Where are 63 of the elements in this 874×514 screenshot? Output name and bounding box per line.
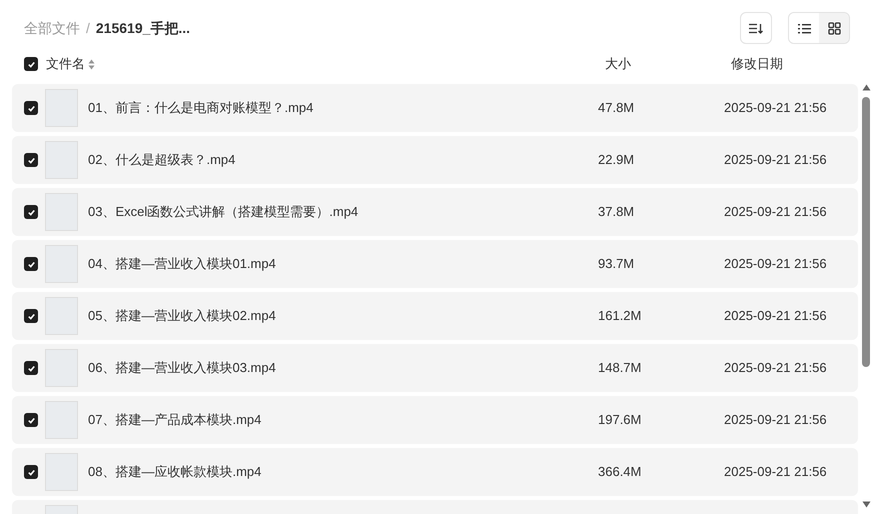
file-size: 161.2M bbox=[598, 307, 642, 326]
file-size: 93.7M bbox=[598, 255, 636, 274]
file-name: 05、搭建—营业收入模块02.mp4 bbox=[88, 307, 277, 326]
modified-date: 2025-09-21 21:56 bbox=[724, 151, 827, 170]
check-icon bbox=[26, 60, 36, 68]
column-header: 大小 bbox=[605, 55, 632, 74]
file-name: 08、搭建—应收帐款模块.mp4 bbox=[88, 463, 262, 482]
file-row[interactable]: 04、搭建—营业收入模块01.mp4 93.7M 2025-09-21 21:56 bbox=[12, 240, 858, 288]
column-header: 修改日期 bbox=[731, 55, 783, 74]
check-icon bbox=[26, 104, 36, 112]
file-name: 03、Excel函数公式讲解（搭建模型需要）.mp4 bbox=[88, 203, 360, 222]
file-name: 01、前言：什么是电商对账模型？.mp4 bbox=[88, 99, 314, 118]
file-row[interactable]: 03、Excel函数公式讲解（搭建模型需要）.mp4 37.8M 2025-09-21 21:56 bbox=[12, 188, 858, 236]
file-row[interactable]: 08、搭建—应收帐款模块.mp4 366.4M 2025-09-21 21:56 bbox=[12, 448, 858, 496]
list-icon bbox=[798, 22, 810, 34]
checkbox[interactable] bbox=[24, 361, 38, 375]
checkbox[interactable] bbox=[24, 309, 38, 323]
modified-date: 2025-09-21 21:56 bbox=[724, 359, 827, 378]
grid-icon bbox=[828, 22, 840, 34]
file-row[interactable]: 05、搭建—营业收入模块02.mp4 161.2M 2025-09-21 21:56 bbox=[12, 292, 858, 340]
breadcrumb-item[interactable]: 215619_手把... bbox=[96, 18, 190, 38]
column-header[interactable]: 文件名 bbox=[46, 54, 85, 74]
file-row[interactable]: 01、前言：什么是电商对账模型？.mp4 47.8M 2025-09-21 21:56 bbox=[12, 84, 858, 132]
checkbox[interactable] bbox=[24, 153, 38, 167]
file-name: 06、搭建—营业收入模块03.mp4 bbox=[88, 359, 277, 378]
modified-date: 2025-09-21 21:56 bbox=[724, 463, 827, 482]
file-name: 07、搭建—产品成本模块.mp4 bbox=[88, 411, 262, 430]
check-icon bbox=[26, 260, 36, 268]
modified-date: 2025-09-21 21:56 bbox=[724, 99, 827, 118]
checkbox[interactable] bbox=[24, 413, 38, 427]
checkbox[interactable] bbox=[24, 205, 38, 219]
file-size: 47.8M bbox=[598, 99, 636, 118]
breadcrumb-separator: / bbox=[86, 18, 90, 38]
checkbox[interactable] bbox=[24, 257, 38, 271]
sort-arrows-icon[interactable] bbox=[88, 58, 95, 70]
sort-icon bbox=[749, 22, 763, 34]
check-icon bbox=[26, 156, 36, 164]
file-row[interactable]: 06、搭建—营业收入模块03.mp4 148.7M 2025-09-21 21:56 bbox=[12, 344, 858, 392]
file-row[interactable]: 07、搭建—产品成本模块.mp4 197.6M 2025-09-21 21:56 bbox=[12, 396, 858, 444]
file-row[interactable]: 02、什么是超级表？.mp4 22.9M 2025-09-21 21:56 bbox=[12, 136, 858, 184]
check-icon bbox=[26, 416, 36, 424]
file-size: 148.7M bbox=[598, 359, 642, 378]
check-icon bbox=[26, 364, 36, 372]
modified-date: 2025-09-21 21:56 bbox=[724, 203, 827, 222]
modified-date: 2025-09-21 21:56 bbox=[724, 255, 827, 274]
checkbox[interactable] bbox=[24, 465, 38, 479]
modified-date: 2025-09-21 21:56 bbox=[724, 411, 827, 430]
sort-button[interactable] bbox=[740, 12, 772, 44]
file-size: 37.8M bbox=[598, 203, 636, 222]
check-icon bbox=[26, 312, 36, 320]
file-name: 02、什么是超级表？.mp4 bbox=[88, 151, 236, 170]
scroll-up-icon[interactable] bbox=[862, 84, 870, 91]
file-size: 366.4M bbox=[598, 463, 642, 482]
check-icon bbox=[26, 208, 36, 216]
scroll-down-icon[interactable] bbox=[862, 501, 870, 508]
file-size: 22.9M bbox=[598, 151, 636, 170]
checkbox[interactable] bbox=[24, 57, 38, 71]
check-icon bbox=[26, 468, 36, 476]
file-size: 197.6M bbox=[598, 411, 642, 430]
list-view-button[interactable] bbox=[789, 13, 819, 43]
file-name: 04、搭建—营业收入模块01.mp4 bbox=[88, 255, 277, 274]
modified-date: 2025-09-21 21:56 bbox=[724, 307, 827, 326]
checkbox[interactable] bbox=[24, 101, 38, 115]
